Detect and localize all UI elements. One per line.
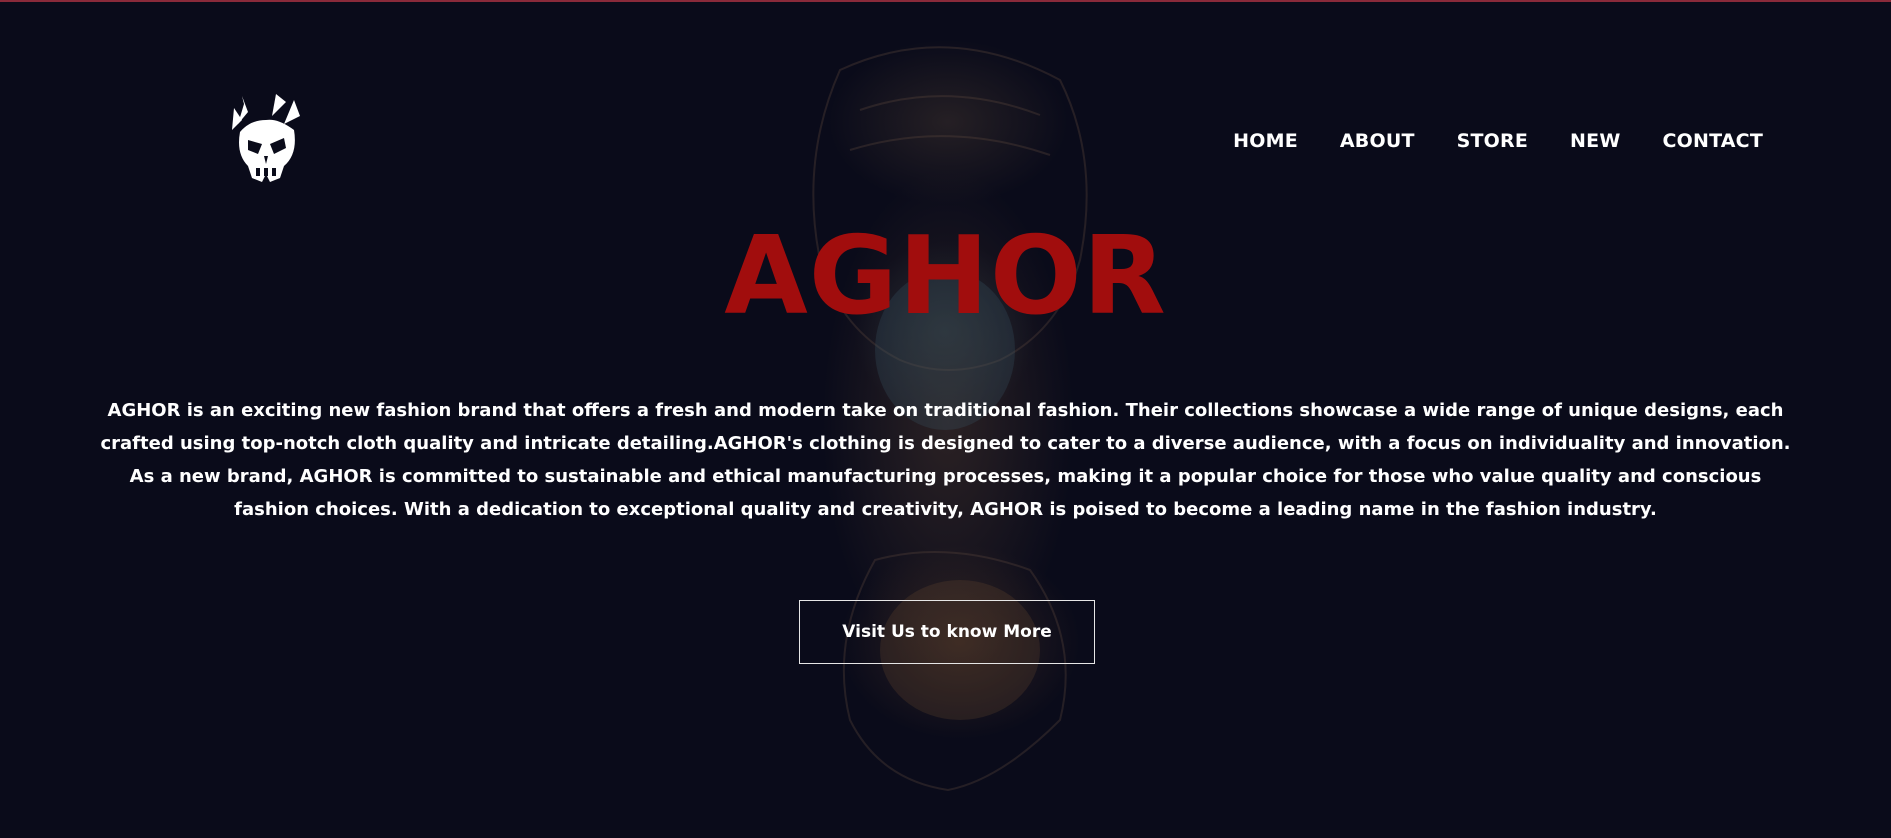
hero-description: AGHOR is an exciting new fashion brand t…	[100, 400, 1791, 520]
hero-title: AGHOR	[724, 214, 1167, 339]
nav-home[interactable]: HOME	[1233, 130, 1298, 152]
nav-store[interactable]: STORE	[1457, 130, 1528, 152]
visit-us-button[interactable]: Visit Us to know More	[799, 600, 1095, 664]
main-nav: HOME ABOUT STORE NEW CONTACT	[1233, 130, 1763, 152]
skull-logo-icon[interactable]	[228, 94, 304, 186]
nav-new[interactable]: NEW	[1570, 130, 1620, 152]
nav-contact[interactable]: CONTACT	[1663, 130, 1764, 152]
nav-about[interactable]: ABOUT	[1340, 130, 1415, 152]
